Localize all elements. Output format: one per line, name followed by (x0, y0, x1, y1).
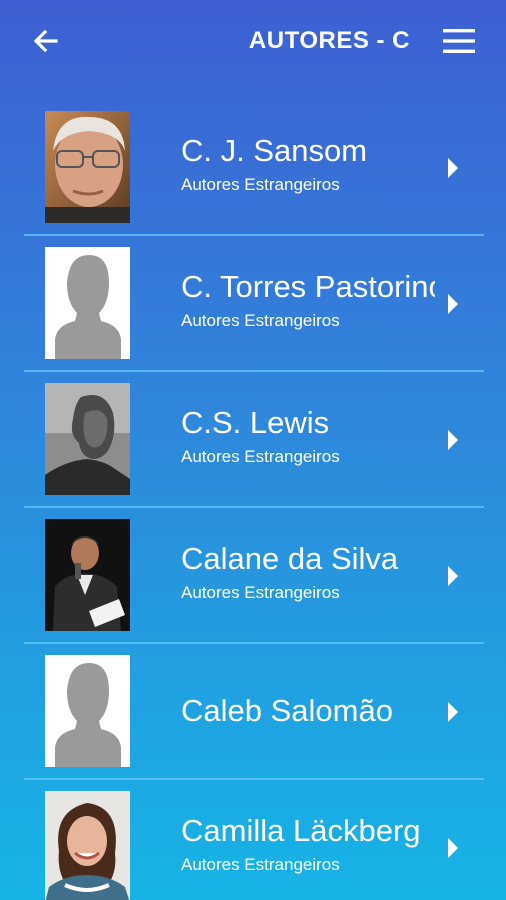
author-photo-placeholder (45, 655, 130, 767)
page-title: AUTORES - C (248, 27, 410, 54)
author-name: Calane da Silva (181, 541, 399, 576)
author-photo-placeholder (45, 247, 130, 359)
author-name: Caleb Salomão (181, 693, 393, 728)
back-button[interactable] (28, 24, 62, 58)
author-name: Camilla Läckberg (181, 813, 421, 848)
chevron-right-icon (446, 292, 460, 316)
list-item[interactable]: C. J. Sansom Autores Estrangeiros (0, 100, 506, 236)
author-category: Autores Estrangeiros (181, 447, 340, 466)
chevron-right-icon (446, 700, 460, 724)
arrow-left-icon (33, 29, 58, 53)
author-photo (45, 791, 130, 900)
hamburger-menu-icon (443, 29, 475, 53)
menu-button[interactable] (440, 26, 478, 56)
list-item[interactable]: Caleb Salomão (0, 644, 506, 780)
list-item[interactable]: C. Torres Pastorino Autores Estrangeiros (0, 236, 506, 372)
author-photo (45, 111, 130, 223)
top-app-bar: AUTORES - C (0, 0, 506, 80)
author-name: C.S. Lewis (181, 405, 330, 440)
chevron-right-icon (446, 428, 460, 452)
chevron-right-icon (446, 564, 460, 588)
author-name: C. Torres Pastorino (181, 269, 435, 304)
author-photo (45, 383, 130, 495)
chevron-right-icon (446, 156, 460, 180)
author-name: C. J. Sansom (181, 133, 368, 168)
list-item[interactable]: Calane da Silva Autores Estrangeiros (0, 508, 506, 644)
author-photo (45, 519, 130, 631)
list-item[interactable]: C.S. Lewis Autores Estrangeiros (0, 372, 506, 508)
authors-screen: AUTORES - C C. J. Sansom Autores Estrang… (0, 0, 506, 900)
author-category: Autores Estrangeiros (181, 311, 340, 330)
chevron-right-icon (446, 836, 460, 860)
author-category: Autores Estrangeiros (181, 855, 340, 874)
authors-list: C. J. Sansom Autores Estrangeiros C. Tor… (0, 100, 506, 900)
author-category: Autores Estrangeiros (181, 175, 340, 194)
list-item[interactable]: Camilla Läckberg Autores Estrangeiros (0, 780, 506, 900)
author-category: Autores Estrangeiros (181, 583, 340, 602)
